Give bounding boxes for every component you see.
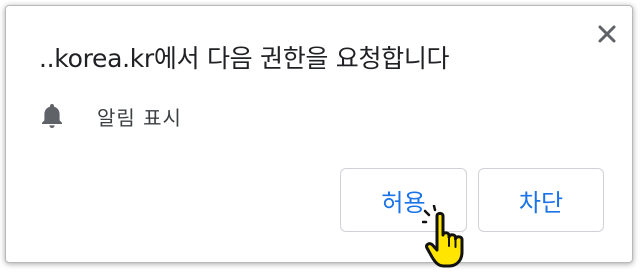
bell-icon [39,102,65,130]
close-icon[interactable] [594,21,620,47]
hand-pointer-cursor-icon [421,204,482,271]
permission-label: 알림 표시 [97,105,182,130]
permission-row: 알림 표시 [39,100,182,132]
dialog-title: ..korea.kr에서 다음 권한을 요청합니다 [39,44,450,73]
permission-dialog: ..korea.kr에서 다음 권한을 요청합니다 알림 표시 허용 차단 [5,5,633,263]
block-button[interactable]: 차단 [478,168,604,232]
